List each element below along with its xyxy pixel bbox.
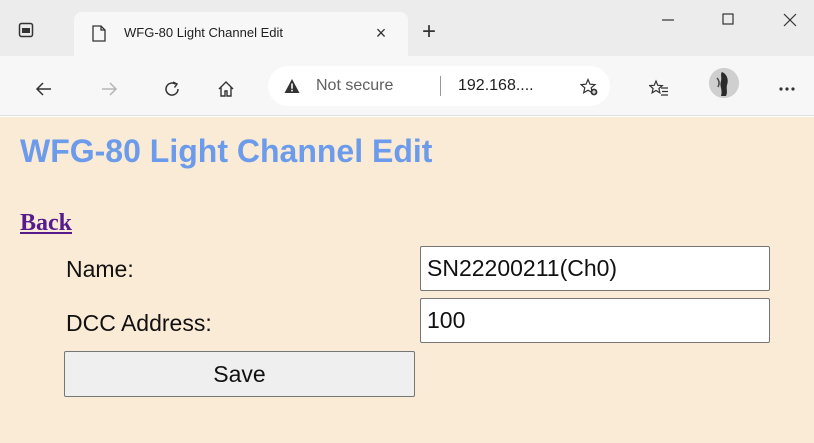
address-url[interactable]: 192.168.... bbox=[458, 77, 534, 95]
back-arrow-icon[interactable] bbox=[33, 78, 55, 100]
warning-icon[interactable] bbox=[284, 78, 300, 94]
tab-strip: WFG-80 Light Channel Edit × + bbox=[0, 0, 814, 56]
favorites-icon[interactable] bbox=[648, 78, 670, 100]
back-link[interactable]: Back bbox=[20, 210, 72, 237]
maximize-icon[interactable] bbox=[718, 8, 738, 32]
new-tab-icon[interactable]: + bbox=[418, 20, 440, 44]
security-status[interactable]: Not secure bbox=[316, 77, 393, 95]
tab-close-icon[interactable]: × bbox=[373, 24, 389, 42]
address-bar[interactable]: Not secure 192.168.... bbox=[268, 66, 610, 106]
refresh-icon[interactable] bbox=[161, 78, 183, 100]
dcc-address-field[interactable] bbox=[420, 298, 770, 343]
address-divider bbox=[440, 76, 441, 96]
tab-title: WFG-80 Light Channel Edit bbox=[124, 25, 283, 40]
dcc-address-label: DCC Address: bbox=[66, 310, 212, 336]
page-icon bbox=[92, 25, 108, 43]
name-field[interactable] bbox=[420, 246, 770, 291]
browser-toolbar: Not secure 192.168.... bbox=[0, 56, 814, 116]
avatar[interactable] bbox=[709, 68, 739, 98]
add-favorite-icon[interactable] bbox=[579, 77, 598, 96]
page-title: WFG-80 Light Channel Edit bbox=[20, 133, 433, 169]
save-button[interactable]: Save bbox=[64, 351, 415, 397]
browser-tab[interactable]: WFG-80 Light Channel Edit × bbox=[74, 12, 408, 56]
forward-arrow-icon bbox=[98, 78, 120, 100]
minimize-icon[interactable] bbox=[658, 8, 678, 32]
close-window-icon[interactable] bbox=[780, 8, 800, 32]
home-icon[interactable] bbox=[215, 78, 237, 100]
more-options-icon[interactable] bbox=[776, 78, 798, 100]
page-content: WFG-80 Light Channel Edit Back Name: DCC… bbox=[0, 117, 814, 443]
name-label: Name: bbox=[66, 256, 134, 282]
tab-actions-icon[interactable] bbox=[16, 20, 36, 40]
